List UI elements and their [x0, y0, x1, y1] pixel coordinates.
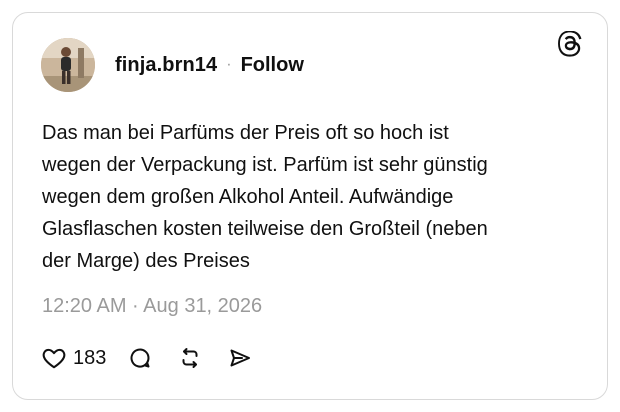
follow-button[interactable]: Follow — [241, 54, 304, 77]
share-button[interactable] — [228, 346, 252, 370]
post-card: finja.brn14 · Follow Das man bei Parfüms… — [12, 12, 608, 400]
share-icon — [228, 346, 252, 370]
heart-icon — [41, 345, 67, 371]
avatar[interactable] — [41, 38, 95, 92]
post-text: Das man bei Parfüms der Preis oft so hoc… — [42, 122, 488, 272]
post-header: finja.brn14 · Follow — [41, 37, 304, 93]
like-button[interactable]: 183 — [41, 345, 106, 371]
action-bar: 183 — [41, 342, 252, 374]
threads-icon[interactable] — [557, 30, 585, 59]
like-count: 183 — [73, 346, 107, 369]
username[interactable]: finja.brn14 — [115, 54, 217, 77]
separator-dot: · — [226, 56, 232, 73]
repost-button[interactable] — [178, 346, 202, 370]
post-timestamp[interactable]: 12:20 AM · Aug 31, 2026 — [42, 295, 262, 318]
repost-icon — [178, 346, 202, 370]
comment-icon — [128, 346, 152, 370]
reply-button[interactable] — [128, 346, 152, 370]
